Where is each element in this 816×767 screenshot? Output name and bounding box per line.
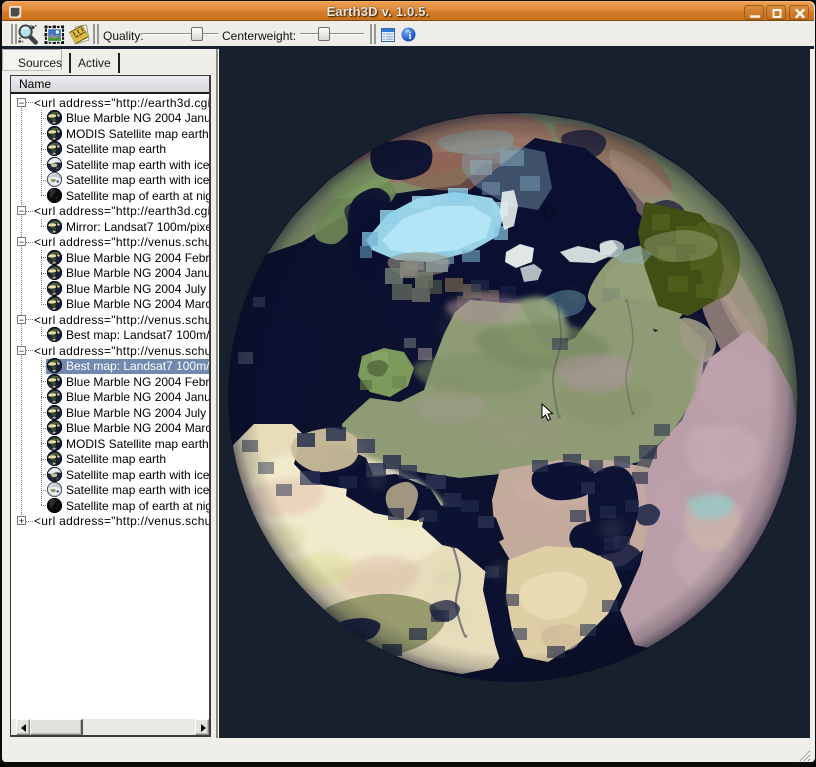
svg-text:i: i: [409, 31, 412, 42]
